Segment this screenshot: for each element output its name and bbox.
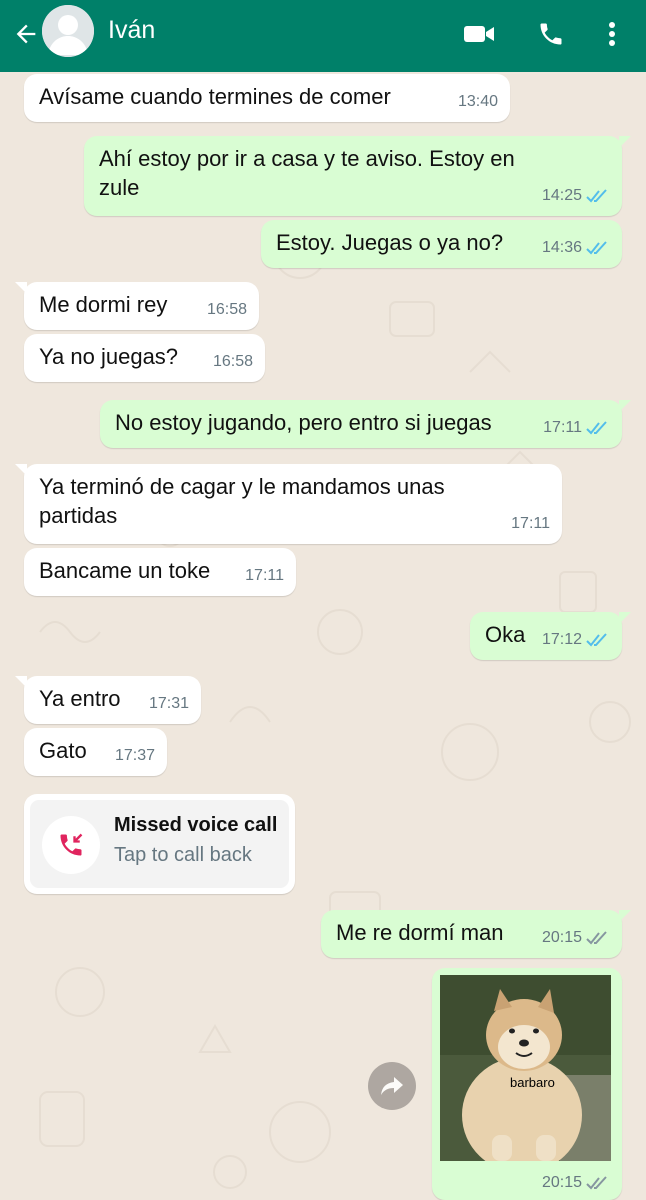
message-timestamp: 14:25 (541, 187, 582, 204)
message-bubble-incoming[interactable]: Bancame un toke 17:11 (24, 548, 296, 596)
message-bubble-outgoing[interactable]: Me re dormí man 20:15 (321, 910, 631, 958)
dog-meme-image[interactable]: barbaro (440, 975, 611, 1161)
message-timestamp: 17:12 (541, 631, 582, 648)
message-meta: 14:25 (542, 181, 610, 210)
delivered-ticks-icon (586, 930, 607, 944)
message-timestamp: 14:36 (541, 239, 582, 256)
chat-header: Iván (0, 0, 646, 72)
message-meta: 17:11 (543, 413, 610, 442)
chat-area[interactable]: Avísame cuando termines de comer 13:40 A… (0, 72, 646, 1200)
message-timestamp: 17:11 (245, 567, 284, 584)
delivered-ticks-icon (586, 1176, 607, 1190)
read-ticks-icon (586, 240, 607, 254)
message-timestamp: 17:31 (148, 695, 189, 712)
avatar[interactable] (42, 5, 94, 57)
message-text: Gato (39, 738, 87, 763)
message-text: Ahí estoy por ir a casa y te aviso. Esto… (99, 146, 515, 200)
message-text: Ya no juegas? (39, 344, 179, 369)
call-back-button[interactable]: Missed voice call Tap to call back (30, 800, 289, 888)
message-bubble-incoming[interactable]: Gato 17:37 (24, 728, 167, 776)
read-ticks-icon (586, 632, 607, 646)
message-text: Bancame un toke (39, 558, 211, 583)
message-bubble-outgoing[interactable]: Oka 17:12 (470, 612, 631, 660)
message-bubble-outgoing[interactable]: Estoy. Juegas o ya no? 14:36 (261, 220, 622, 268)
message-meta: 17:12 (542, 625, 610, 654)
image-message[interactable]: barbaro 20:15 (432, 968, 622, 1200)
image-meta: 20:15 (542, 1174, 610, 1192)
message-bubble-incoming[interactable]: Ya no juegas? 16:58 (24, 334, 265, 382)
message-timestamp: 20:15 (541, 929, 582, 946)
missed-call-icon (42, 816, 100, 874)
message-text: Estoy. Juegas o ya no? (276, 230, 504, 255)
message-bubble-incoming[interactable]: Avísame cuando termines de comer 13:40 (24, 74, 510, 122)
image-caption: barbaro (510, 1075, 555, 1090)
message-meta: 14:36 (542, 233, 610, 262)
message-bubble-incoming[interactable]: Me dormi rey 16:58 (15, 282, 259, 330)
missed-call-title: Missed voice call (114, 814, 278, 836)
message-bubble-incoming[interactable]: Ya terminó de cagar y le mandamos unas p… (15, 464, 562, 544)
message-bubble-outgoing[interactable]: Ahí estoy por ir a casa y te aviso. Esto… (84, 136, 631, 216)
message-text: Me re dormí man (336, 920, 504, 945)
back-arrow-icon[interactable] (6, 14, 46, 54)
more-options-icon[interactable] (592, 14, 632, 54)
message-bubble-outgoing[interactable]: No estoy jugando, pero entro si juegas 1… (100, 400, 631, 448)
message-timestamp: 17:11 (511, 515, 550, 532)
read-ticks-icon (586, 188, 607, 202)
phone-icon[interactable] (531, 14, 571, 54)
message-text: No estoy jugando, pero entro si juegas (115, 410, 492, 435)
message-text: Ya entro (39, 686, 121, 711)
message-timestamp: 16:58 (212, 353, 253, 370)
read-ticks-icon (586, 420, 607, 434)
missed-call-message[interactable]: Missed voice call Tap to call back (24, 794, 295, 894)
message-timestamp: 16:58 (206, 301, 247, 318)
message-text: Ya terminó de cagar y le mandamos unas p… (39, 474, 445, 528)
message-timestamp: 17:11 (543, 419, 582, 436)
message-timestamp: 13:40 (457, 93, 498, 110)
contact-name[interactable]: Iván (108, 16, 155, 45)
message-timestamp: 20:15 (541, 1174, 582, 1191)
message-text: Me dormi rey (39, 292, 168, 317)
message-bubble-incoming[interactable]: Ya entro 17:31 (15, 676, 201, 724)
message-text: Avísame cuando termines de comer (39, 84, 391, 109)
message-timestamp: 17:37 (114, 747, 155, 764)
message-meta: 20:15 (542, 923, 610, 952)
video-call-icon[interactable] (459, 14, 499, 54)
message-text: Oka (485, 622, 526, 647)
call-back-label: Tap to call back (114, 844, 252, 866)
forward-icon[interactable] (368, 1062, 416, 1110)
